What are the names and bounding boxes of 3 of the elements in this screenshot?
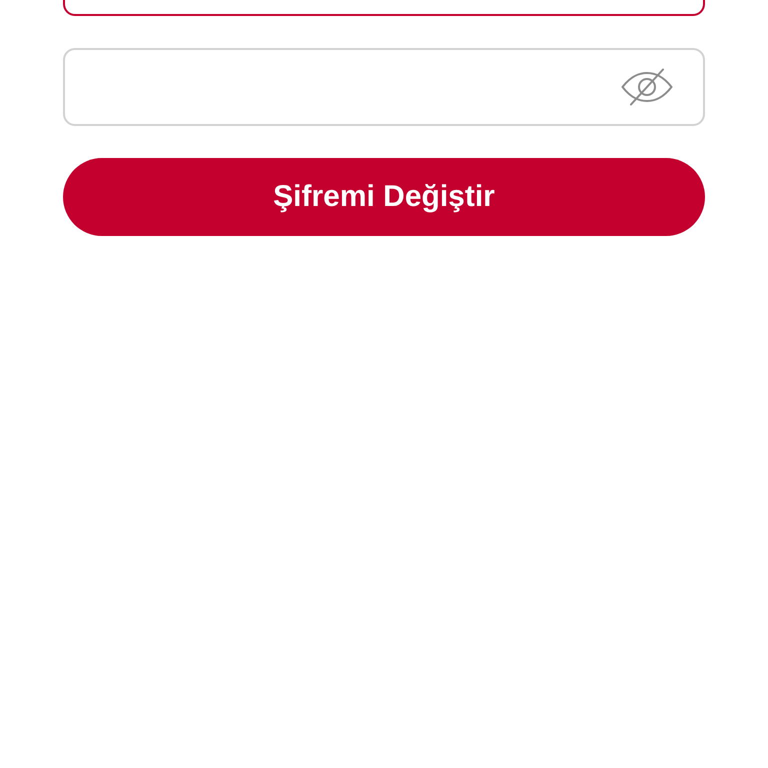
password-field[interactable] <box>63 0 705 16</box>
eye-slash-icon[interactable] <box>621 68 673 106</box>
change-password-button[interactable]: Şifremi Değiştir <box>63 158 705 236</box>
